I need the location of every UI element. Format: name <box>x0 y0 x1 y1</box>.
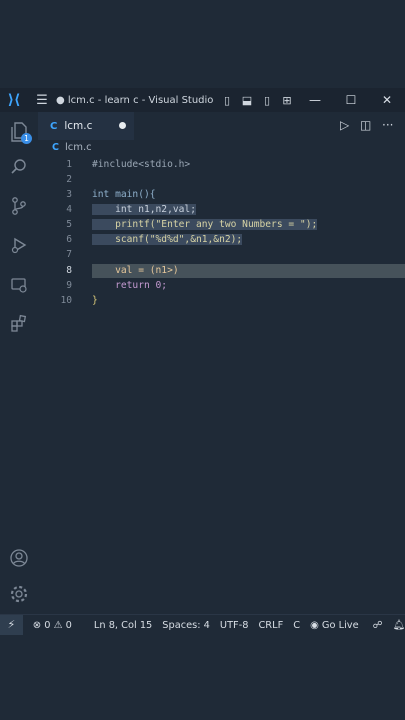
line-number: 7 <box>66 249 72 260</box>
warning-count: 0 <box>65 619 72 631</box>
code-line-current: val = (n1>) <box>92 265 179 276</box>
editor-tab-bar: C lcm.c ▷ ◫ ··· <box>38 112 405 140</box>
close-button[interactable]: ✕ <box>369 93 405 107</box>
indentation[interactable]: Spaces: 4 <box>162 620 210 631</box>
activity-bar: 1 <box>0 112 38 614</box>
split-editor-icon[interactable]: ◫ <box>360 118 371 132</box>
warning-icon: ⚠ <box>53 619 63 631</box>
code-line: return 0; <box>92 280 168 291</box>
breadcrumb-file[interactable]: lcm.c <box>65 142 92 153</box>
error-icon: ⊗ <box>32 619 42 631</box>
status-bar: ⚡ ⊗ 0 ⚠ 0 Ln 8, Col 15 Spaces: 4 UTF-8 C… <box>0 614 405 635</box>
remote-indicator-icon[interactable]: ⚡ <box>0 615 23 635</box>
run-icon[interactable]: ▷ <box>340 118 349 132</box>
toggle-secondary-sidebar-icon[interactable]: ▯ <box>257 94 277 107</box>
extensions-icon[interactable] <box>0 314 38 337</box>
breadcrumb[interactable]: C lcm.c <box>52 142 92 153</box>
remote-explorer-icon[interactable] <box>0 276 38 299</box>
line-number: 3 <box>66 189 72 200</box>
broadcast-icon: ◉ <box>310 619 319 631</box>
line-number: 2 <box>66 174 72 185</box>
line-number: 6 <box>66 234 72 245</box>
code-line: int n1,n2,val; <box>92 204 196 215</box>
notifications-bell-icon[interactable]: 🔔︎ <box>393 620 405 631</box>
go-live-label: Go Live <box>321 619 359 631</box>
encoding[interactable]: UTF-8 <box>220 620 249 631</box>
tab-label: lcm.c <box>64 120 93 132</box>
language-mode[interactable]: C <box>293 620 300 631</box>
customize-layout-icon[interactable]: ⊞ <box>277 94 297 107</box>
line-number: 5 <box>66 219 72 230</box>
go-live-button[interactable]: ◉ Go Live <box>310 620 359 631</box>
maximize-button[interactable]: ☐ <box>333 93 369 107</box>
more-actions-icon[interactable]: ··· <box>382 118 393 132</box>
line-number: 4 <box>66 204 72 215</box>
minimize-button[interactable]: — <box>297 93 333 107</box>
problems-indicator[interactable]: ⊗ 0 ⚠ 0 <box>33 620 72 631</box>
c-file-icon: C <box>50 120 58 132</box>
code-line: } <box>92 295 98 306</box>
account-icon[interactable] <box>0 548 38 573</box>
toggle-primary-sidebar-icon[interactable]: ▯ <box>217 94 237 107</box>
explorer-icon[interactable] <box>0 122 38 147</box>
line-number: 1 <box>66 159 72 170</box>
manage-gear-icon[interactable] <box>0 584 38 609</box>
code-editor[interactable]: 1 2 3 4 5 6 7 8 9 10 #include<stdio.h> i… <box>38 156 405 614</box>
tab-lcm-c[interactable]: C lcm.c <box>38 112 134 140</box>
window-title: ● lcm.c - learn c - Visual Studio ... <box>56 94 217 106</box>
cursor-position[interactable]: Ln 8, Col 15 <box>94 620 152 631</box>
line-number: 10 <box>60 295 72 306</box>
explorer-badge: 1 <box>21 133 32 144</box>
end-of-line[interactable]: CRLF <box>258 620 283 631</box>
c-file-icon: C <box>52 142 59 153</box>
vscode-logo-icon: ⟩⟨ <box>7 92 21 108</box>
title-bar: ⟩⟨ ☰ ● lcm.c - learn c - Visual Studio .… <box>0 88 405 112</box>
code-line: #include<stdio.h> <box>92 159 191 170</box>
code-line: int main(){ <box>92 189 156 200</box>
search-icon[interactable] <box>0 158 38 181</box>
feedback-icon[interactable]: ☍ <box>373 620 383 631</box>
code-line: printf("Enter any two Numbers = "); <box>92 219 318 230</box>
line-number: 9 <box>66 280 72 291</box>
menu-icon[interactable]: ☰ <box>28 93 56 108</box>
source-control-icon[interactable] <box>0 196 38 221</box>
line-number: 8 <box>66 265 72 276</box>
unsaved-dot-icon[interactable] <box>119 122 126 129</box>
error-count: 0 <box>44 619 51 631</box>
run-debug-icon[interactable] <box>0 236 38 259</box>
code-line: scanf("%d%d",&n1,&n2); <box>92 234 243 245</box>
toggle-panel-icon[interactable]: ⬓ <box>237 94 257 107</box>
